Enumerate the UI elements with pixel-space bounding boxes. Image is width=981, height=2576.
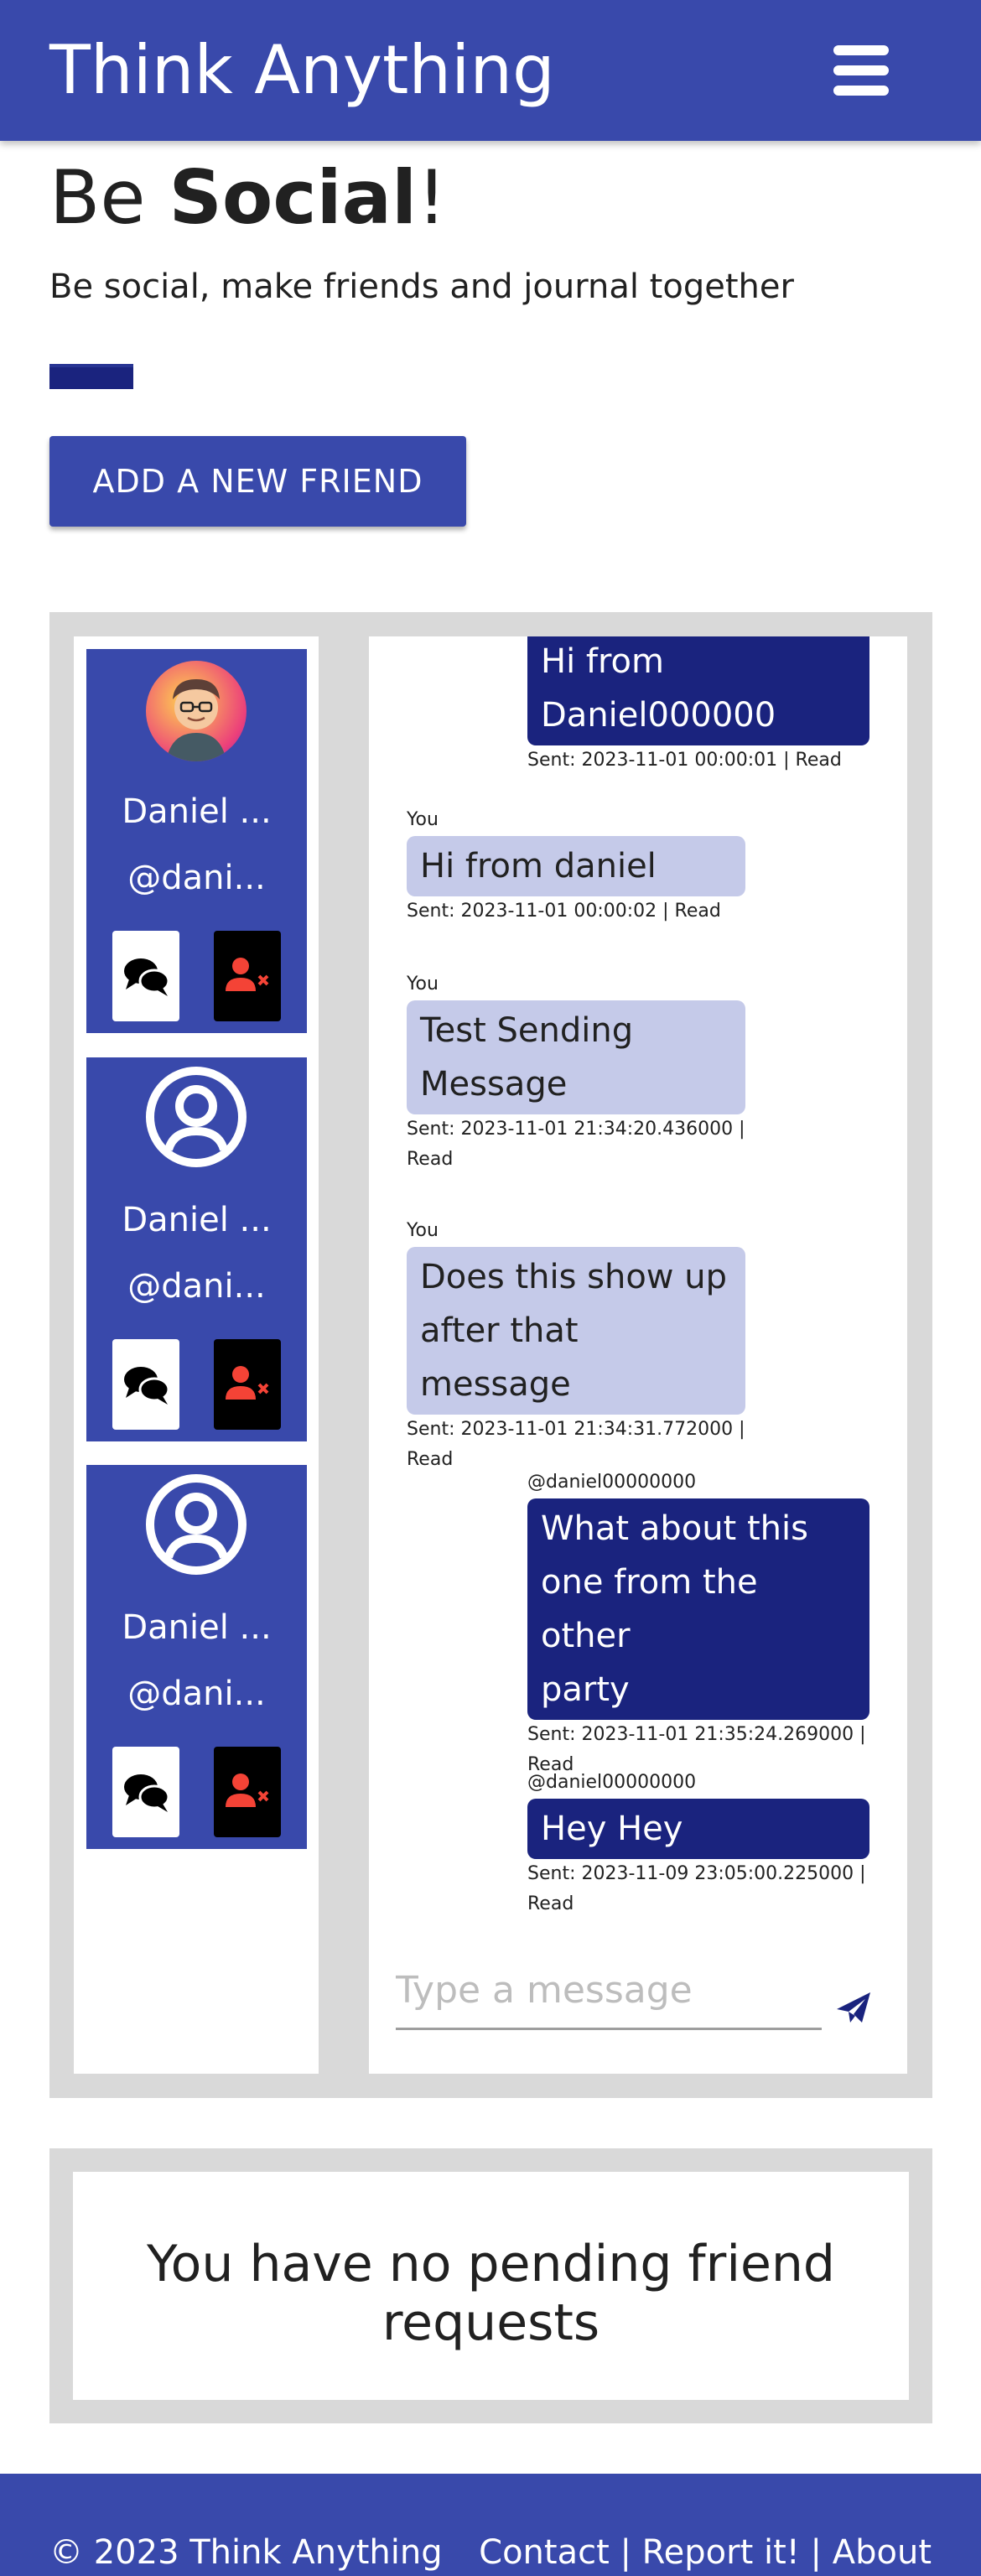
message-item: You Test Sending Message Sent: 2023-11-0… (407, 974, 745, 1175)
user-circle-icon (146, 1067, 247, 1167)
message-bubble: Hey Hey (527, 1799, 869, 1860)
message-item: Hi from Daniel000000 Sent: 2023-11-01 00… (527, 636, 869, 776)
no-pending-requests-text: You have no pending friend requests (146, 2235, 836, 2352)
friend-name: Daniel ... (122, 1201, 272, 1239)
message-text: one from the other (541, 1563, 758, 1656)
message-sender: You (407, 1220, 439, 1241)
chat-panel: Daniel ... @dani... Daniel ... @dani... (49, 612, 932, 2098)
message-meta: Sent: 2023-11-09 23:05:00.225000 | Read (527, 1863, 866, 1915)
friend-handle: @dani... (127, 859, 266, 897)
remove-friend-button[interactable] (214, 931, 281, 1021)
friend-card: Daniel ... @dani... (86, 649, 307, 1033)
message-input[interactable] (396, 1953, 822, 2030)
page-title: Be Social! (49, 154, 447, 241)
message-sender: You (407, 809, 439, 830)
comments-icon (124, 1367, 169, 1405)
brand-title[interactable]: Think Anything (49, 30, 555, 111)
message-item: You Hi from daniel Sent: 2023-11-01 00:0… (407, 809, 745, 927)
remove-friend-button[interactable] (214, 1339, 281, 1430)
message-text: What about this (541, 1509, 808, 1549)
message-meta: Sent: 2023-11-01 21:34:31.772000 | Read (407, 1419, 745, 1471)
message-item: @daniel00000000 Hey Hey Sent: 2023-11-09… (527, 1772, 869, 1919)
comments-icon (124, 1774, 169, 1812)
message-text: Message (420, 1065, 568, 1104)
page-subtitle: Be social, make friends and journal toge… (49, 267, 794, 306)
open-chat-button[interactable] (112, 1339, 179, 1430)
message-text: Hi from (541, 642, 664, 681)
title-divider (49, 364, 133, 389)
user-remove-icon (226, 1366, 269, 1400)
report-link[interactable]: Report it! (642, 2533, 800, 2572)
friends-list: Daniel ... @dani... Daniel ... @dani... (74, 636, 319, 2074)
message-bubble: Hi from daniel (407, 836, 745, 897)
message-sender: You (407, 974, 439, 995)
about-link[interactable]: About (833, 2533, 932, 2572)
open-chat-button[interactable] (112, 1747, 179, 1837)
send-icon[interactable] (835, 1989, 872, 2026)
message-thread: Hi from Daniel000000 Sent: 2023-11-01 00… (369, 636, 907, 2074)
user-circle-icon (146, 1474, 247, 1575)
add-new-friend-button[interactable]: ADD A NEW FRIEND (49, 436, 466, 527)
message-meta: Sent: 2023-11-01 00:00:02 | Read (407, 901, 721, 922)
footer-separator: | (609, 2533, 642, 2572)
copyright-text: © 2023 Think Anything (49, 2533, 443, 2572)
message-meta: Sent: 2023-11-01 21:34:20.436000 | Read (407, 1119, 745, 1171)
friend-avatar (146, 661, 247, 761)
message-text: Hi from daniel (420, 847, 657, 886)
top-app-bar: Think Anything (0, 0, 981, 141)
footer: © 2023 Think Anything Contact | Report i… (0, 2474, 981, 2576)
message-text: Test Sending (420, 1011, 634, 1051)
comments-icon (124, 958, 169, 996)
footer-links: Contact | Report it! | About (479, 2532, 932, 2573)
message-bubble: Test Sending Message (407, 1000, 745, 1115)
message-text: Does this show up (420, 1258, 727, 1297)
message-text: party (541, 1670, 630, 1710)
message-meta: Sent: 2023-11-01 00:00:01 | Read (527, 750, 842, 771)
message-item: @daniel00000000 What about this one from… (527, 1472, 869, 1780)
message-text: after that message (420, 1311, 579, 1405)
footer-separator: | (799, 2533, 833, 2572)
message-text: Daniel000000 (541, 696, 776, 735)
remove-friend-button[interactable] (214, 1747, 281, 1837)
message-item: You Does this show up after that message… (407, 1220, 745, 1475)
message-sender: @daniel00000000 (527, 1772, 697, 1793)
message-text: Hey Hey (541, 1810, 683, 1849)
pending-requests-card: You have no pending friend requests (73, 2172, 909, 2400)
friend-handle: @dani... (127, 1267, 266, 1306)
friend-name: Daniel ... (122, 1608, 272, 1647)
hamburger-menu-icon[interactable] (833, 45, 889, 96)
user-remove-icon (226, 958, 269, 991)
message-sender: @daniel00000000 (527, 1472, 697, 1493)
message-bubble: Does this show up after that message (407, 1247, 745, 1415)
contact-link[interactable]: Contact (479, 2533, 610, 2572)
friend-card: Daniel ... @dani... (86, 1465, 307, 1849)
friend-card: Daniel ... @dani... (86, 1057, 307, 1441)
friend-name: Daniel ... (122, 792, 272, 831)
user-remove-icon (226, 1774, 269, 1807)
open-chat-button[interactable] (112, 931, 179, 1021)
message-bubble: What about this one from the other party (527, 1498, 869, 1721)
pending-requests-panel: You have no pending friend requests (49, 2148, 932, 2423)
friend-handle: @dani... (127, 1675, 266, 1713)
message-bubble: Hi from Daniel000000 (527, 636, 869, 745)
